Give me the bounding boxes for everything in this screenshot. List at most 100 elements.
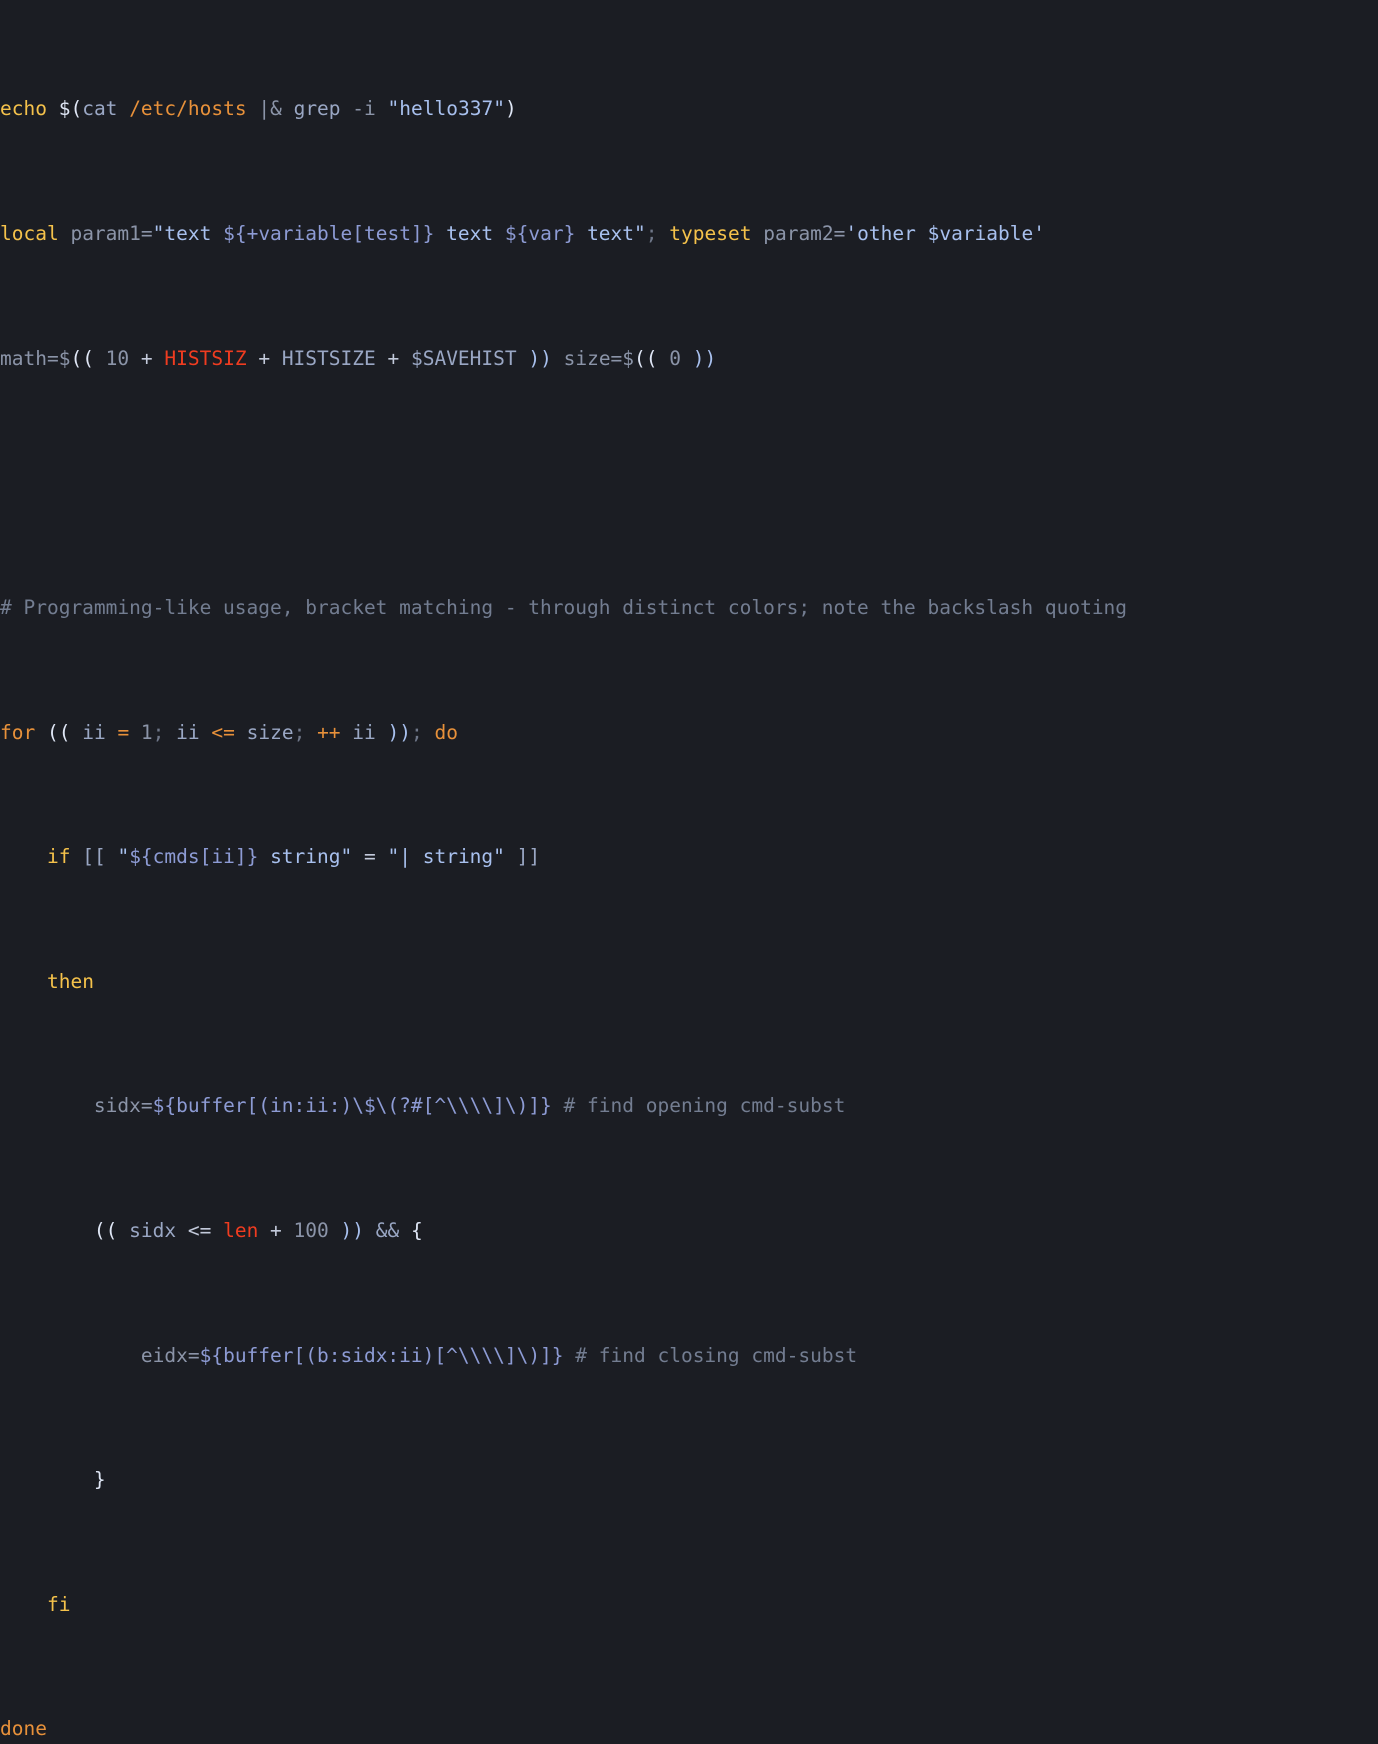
comment-find-opening: # find opening cmd-subst: [563, 1094, 846, 1118]
operator-plus-3: +: [387, 346, 400, 370]
for-paren-open: ((: [46, 720, 71, 744]
math-paren-open: ((: [70, 346, 94, 370]
keyword-then: then: [46, 969, 94, 993]
semicolon: ;: [645, 222, 658, 246]
unknown-variable-len: len: [211, 1218, 271, 1242]
string-close: text": [575, 222, 646, 246]
code-line-3: math=$(( 10 + HISTSIZ + HISTSIZE + $SAVE…: [0, 343, 1378, 374]
keyword-echo: echo: [0, 97, 47, 121]
assignment-sidx: sidx=: [93, 1094, 153, 1118]
command-cat: cat: [82, 97, 118, 121]
math-paren-open-3: ((: [93, 1218, 118, 1242]
assignment-math: math=$: [0, 346, 71, 370]
brace-open: {: [410, 1218, 423, 1242]
keyword-if: if: [46, 845, 71, 869]
math-paren-open-2: ((: [634, 346, 658, 370]
double-bracket-close: ]]: [516, 845, 541, 869]
variable-size: size: [234, 720, 294, 744]
code-line-2: local param1="text ${+variable[test]} te…: [0, 218, 1378, 249]
brace-close: }: [93, 1468, 106, 1492]
variable-histsize: HISTSIZE: [270, 346, 388, 370]
cmd-subst-open: $(: [58, 97, 83, 121]
for-paren-close: )): [387, 720, 412, 744]
string-part-1: string": [258, 845, 353, 869]
semicolon-1: ;: [152, 720, 165, 744]
keyword-for: for: [0, 720, 36, 744]
keyword-typeset: typeset: [669, 222, 752, 246]
math-paren-close-3: )): [340, 1218, 364, 1242]
double-bracket-open: [[: [82, 845, 106, 869]
math-paren-close-2: )): [692, 346, 717, 370]
code-line-eidx: eidx=${buffer[(b:sidx:ii)[^\\\\]\)]} # f…: [0, 1340, 1378, 1371]
terminal-screen: echo $(cat /etc/hosts |& grep -i "hello3…: [0, 0, 1378, 1740]
code-line-sidx: sidx=${buffer[(in:ii:)\$\(?#[^\\\\]\)]} …: [0, 1090, 1378, 1121]
comment-text: # Programming-like usage, bracket matchi…: [0, 595, 1128, 619]
code-line-sidx-math: (( sidx <= len + 100 )) && {: [0, 1215, 1378, 1246]
number-zero: 0: [657, 346, 693, 370]
assignment-param1: param1=: [70, 222, 153, 246]
string-middle: text: [434, 222, 505, 246]
number-hundred: 100: [281, 1218, 341, 1242]
operator-plus-2: +: [258, 346, 271, 370]
code-line-1: echo $(cat /etc/hosts |& grep -i "hello3…: [0, 93, 1378, 124]
code-line-for: for (( ii = 1; ii <= size; ++ ii )); do: [0, 717, 1378, 748]
comment-find-closing: # find closing cmd-subst: [575, 1343, 858, 1367]
variable-sidx: sidx: [117, 1218, 188, 1242]
code-line-then: then: [0, 966, 1378, 997]
assignment-param2: param2=: [763, 222, 846, 246]
semicolon-2: ;: [293, 720, 306, 744]
operator-equals: =: [117, 720, 130, 744]
keyword-do: do: [434, 720, 458, 744]
operator-le: <=: [211, 720, 235, 744]
path-etc-hosts: /etc/hosts: [129, 97, 247, 121]
parameter-expansion-cmds: ${cmds[ii]}: [129, 845, 259, 869]
assignment-eidx: eidx=: [140, 1343, 200, 1367]
unknown-variable-histsiz: HISTSIZ: [152, 346, 259, 370]
operator-increment: ++: [305, 720, 341, 744]
number-ten: 10: [93, 346, 141, 370]
keyword-fi: fi: [46, 1592, 71, 1616]
code-line-if: if [[ "${cmds[ii]} string" = "| string" …: [0, 841, 1378, 872]
string-open: "text: [152, 222, 224, 246]
cmd-subst-close: ): [504, 97, 517, 121]
code-line-fi: fi: [0, 1589, 1378, 1620]
parameter-expansion-variable-test: ${+variable[test]}: [223, 222, 435, 246]
code-line-close-brace: }: [0, 1464, 1378, 1495]
variable-ii-1: ii: [70, 720, 118, 744]
keyword-local: local: [0, 222, 59, 246]
code-line-done: done: [0, 1713, 1378, 1744]
string-hello337: "hello337": [387, 97, 505, 121]
command-grep: grep: [293, 97, 341, 121]
parameter-expansion-var: ${var}: [504, 222, 576, 246]
variable-savehist: $SAVEHIST: [399, 346, 529, 370]
keyword-done: done: [0, 1717, 47, 1741]
variable-ii-2: ii: [164, 720, 212, 744]
number-one: 1: [129, 720, 153, 744]
semicolon-3: ;: [411, 720, 423, 744]
string-part-2: "| string": [387, 845, 505, 869]
